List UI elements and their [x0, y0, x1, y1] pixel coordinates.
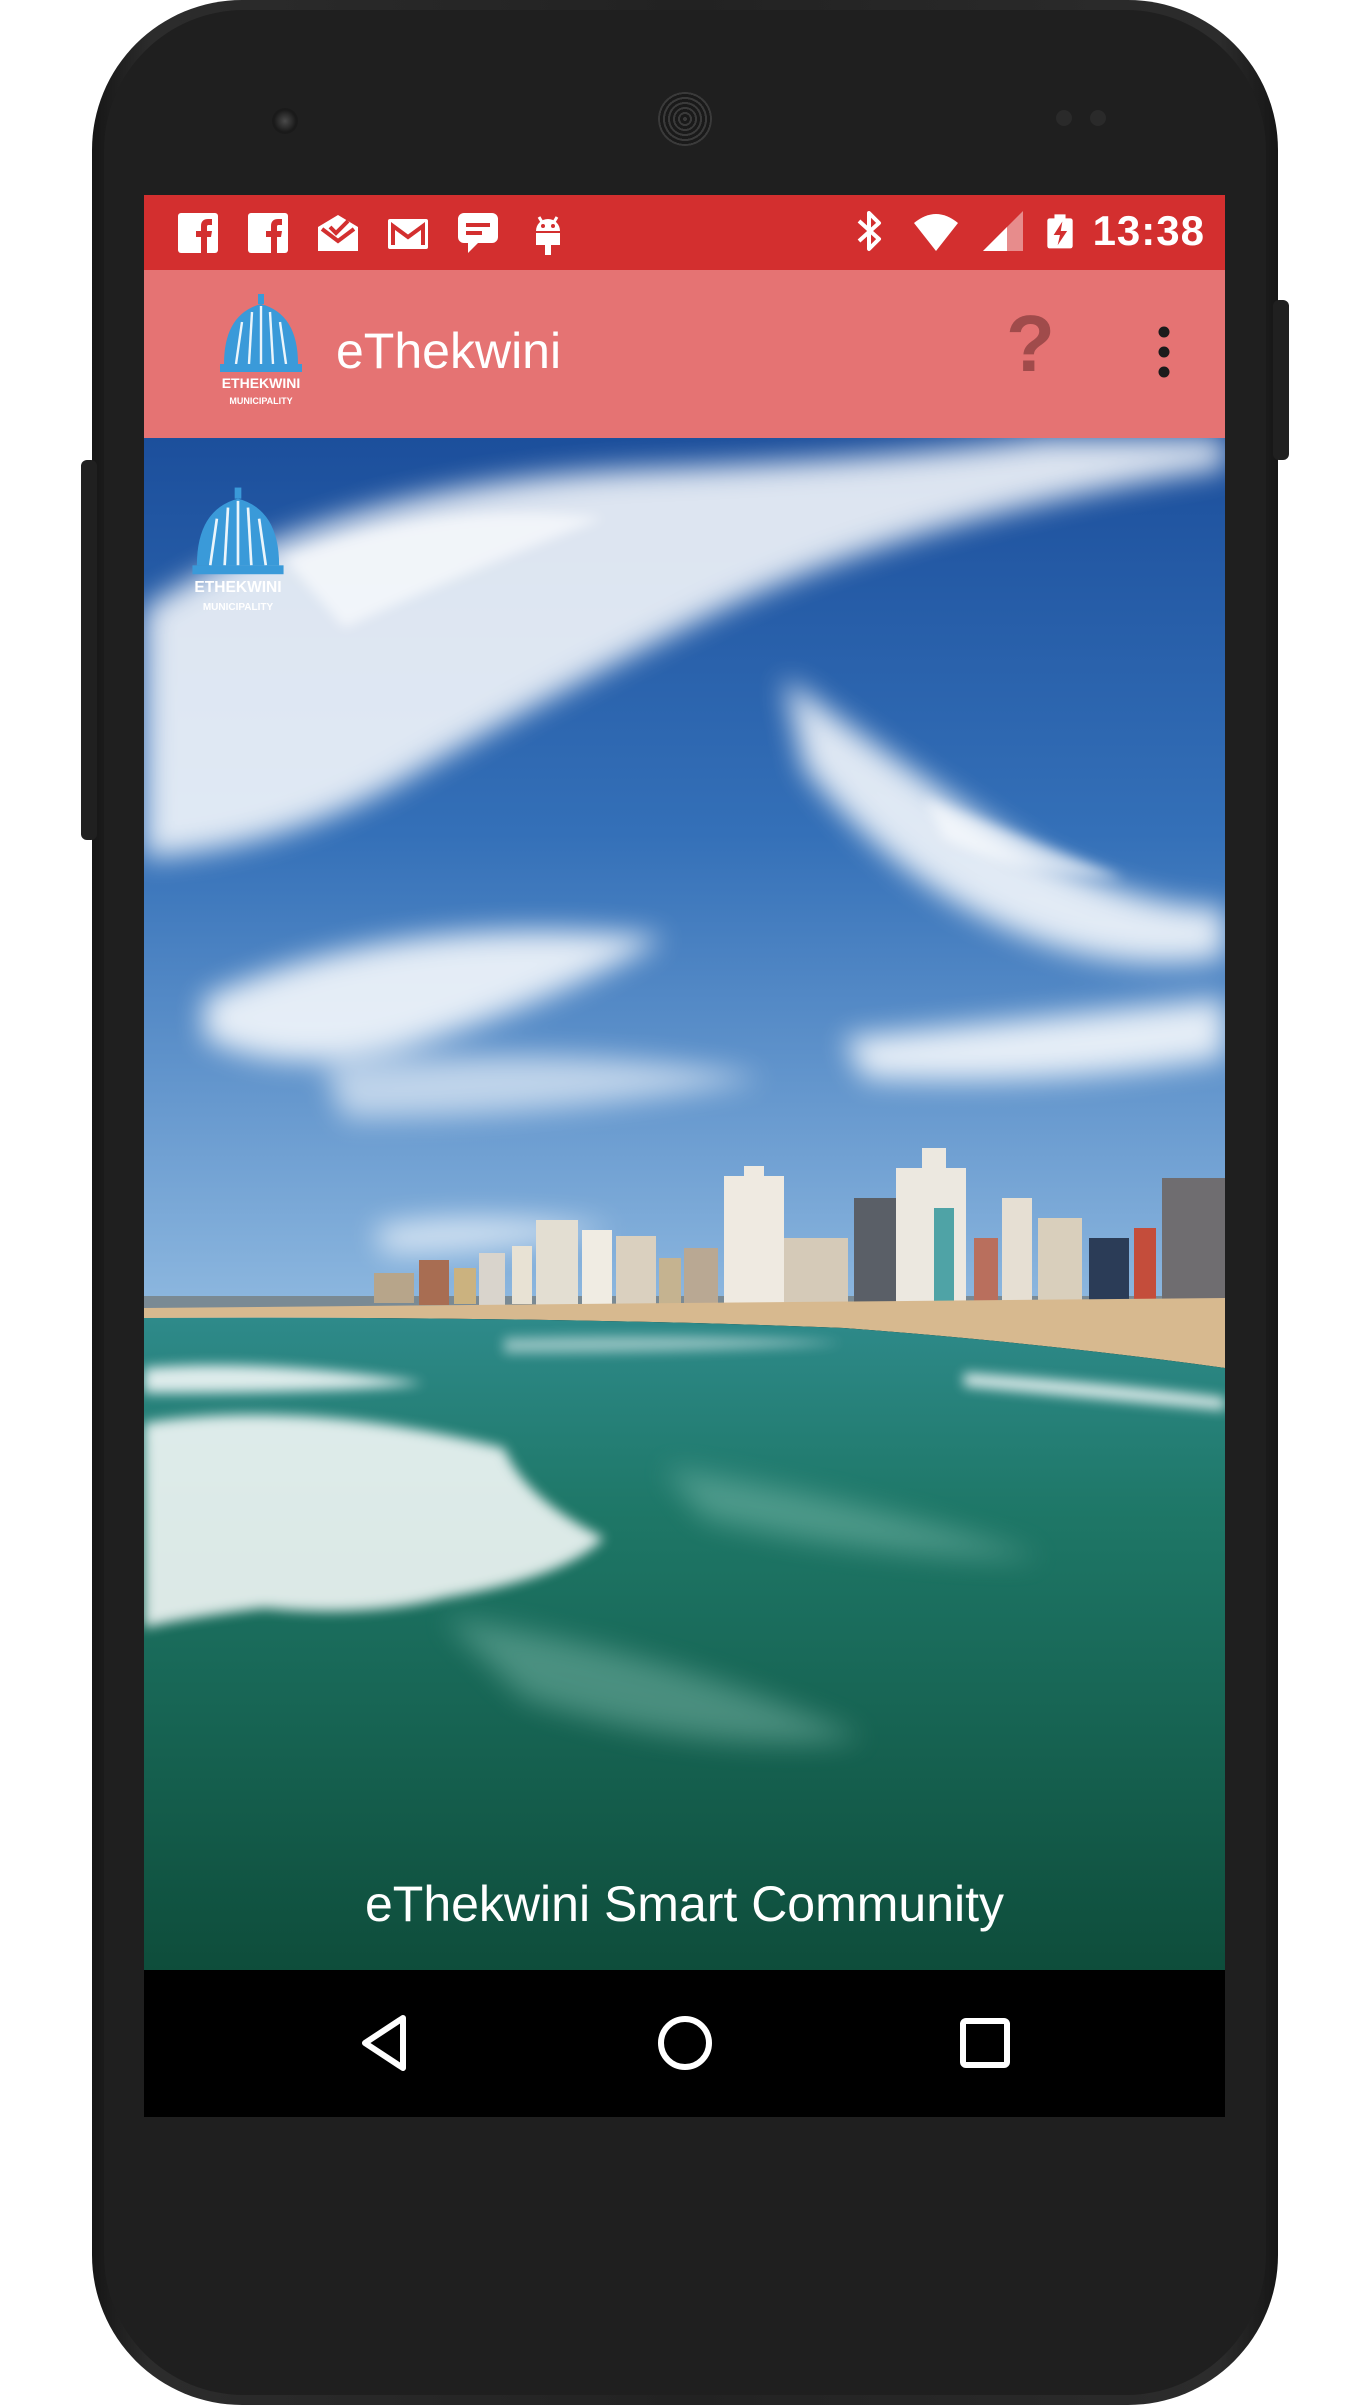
logo-line1: ETHEKWINI: [222, 375, 301, 391]
volume-button: [81, 460, 97, 840]
durban-beach-image: [144, 438, 1225, 1970]
email-icon: [318, 215, 358, 251]
status-time: 13:38: [1092, 207, 1205, 254]
chat-icon: [458, 213, 498, 253]
gmail-icon: [388, 219, 428, 249]
battery-charging-icon: [1046, 214, 1073, 249]
more-dot-icon: [1158, 366, 1170, 378]
recents-icon[interactable]: [950, 2008, 1020, 2078]
front-camera: [272, 108, 298, 134]
navigation-bar: [144, 1970, 1225, 2117]
system-icons: 13:38: [845, 207, 1205, 255]
app-title: eThekwini: [336, 323, 562, 379]
home-icon[interactable]: [650, 2008, 720, 2078]
logo-line2: MUNICIPALITY: [229, 396, 292, 406]
back-icon[interactable]: [351, 2008, 421, 2078]
proximity-sensor: [1056, 110, 1072, 126]
watermark-line2: MUNICIPALITY: [203, 602, 274, 613]
earpiece-speaker: [658, 92, 712, 146]
bluetooth-icon: [857, 211, 881, 251]
hero-caption: eThekwini Smart Community: [364, 1876, 1005, 1932]
app-toolbar: ETHEKWINI MUNICIPALITY eThekwini ?: [144, 270, 1225, 438]
watermark-line1: ETHEKWINI: [194, 579, 281, 596]
overflow-menu-button[interactable]: [1144, 322, 1184, 382]
notification-icons: [174, 209, 572, 257]
power-button: [1273, 300, 1289, 460]
more-dot-icon: [1158, 326, 1170, 338]
wifi-icon: [913, 214, 958, 251]
ethekwini-logo-icon: ETHEKWINI MUNICIPALITY: [220, 294, 302, 406]
help-button[interactable]: ?: [1006, 298, 1055, 390]
more-dot-icon: [1158, 346, 1170, 358]
facebook-icon: [248, 213, 288, 253]
municipality-watermark-icon: ETHEKWINI MUNICIPALITY: [192, 487, 284, 613]
signal-icon: [982, 211, 1023, 251]
status-bar: 13:38: [144, 195, 1225, 270]
facebook-icon: [178, 213, 218, 253]
light-sensor: [1090, 110, 1106, 126]
screen: 13:38 ETHEKWINI MUNICIPALITY eThekwini ?: [144, 195, 1225, 2117]
hero-image: ETHEKWINI MUNICIPALITY eThekwini Smart C…: [144, 438, 1225, 1970]
android-icon: [536, 216, 560, 255]
